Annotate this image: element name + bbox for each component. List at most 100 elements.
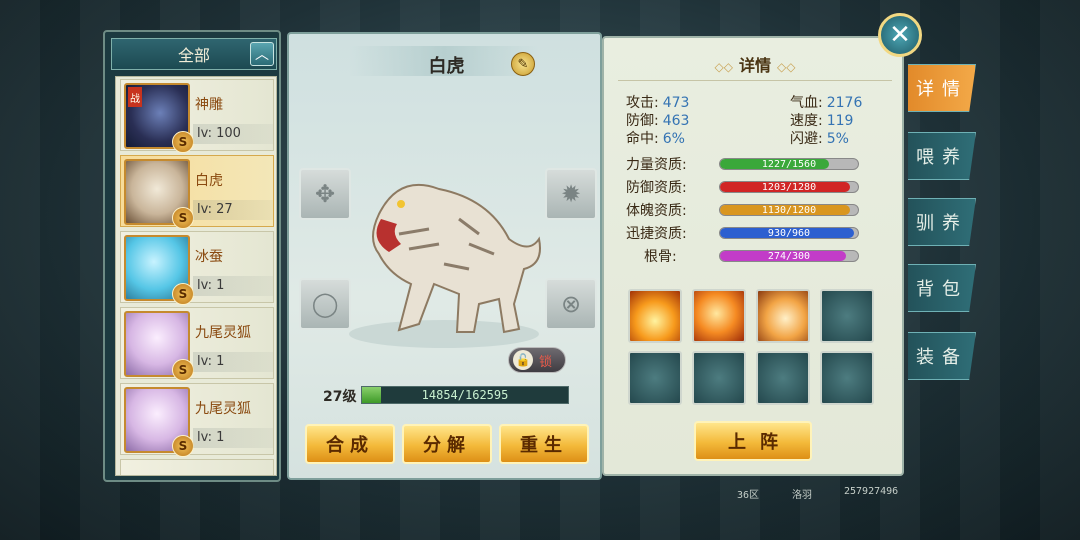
tab-train[interactable]: 驯养: [908, 198, 976, 246]
divider: [618, 80, 892, 81]
pet-title: 白虎: [428, 56, 465, 77]
rank-badge: S: [172, 435, 194, 457]
pet-list-item[interactable]: S 九尾灵狐 lv: 1: [120, 307, 274, 381]
aptitude-value: 1227/1560: [761, 159, 817, 170]
lock-toggle[interactable]: 🔓 锁: [508, 347, 566, 373]
pet-level: lv: 100: [193, 124, 273, 144]
stat-hp: 气血: 2176: [790, 95, 863, 111]
stat-speed: 速度: 119: [790, 113, 854, 129]
details-title: 详情: [738, 56, 771, 75]
rank-badge: S: [172, 283, 194, 305]
aptitude-label: 力量资质:: [626, 157, 687, 173]
player-name: 洛羽: [792, 490, 812, 501]
skill-slot-empty[interactable]: [628, 351, 682, 405]
pencil-icon: ✎: [517, 56, 529, 72]
pet-list-item[interactable]: S 冰蚕 lv: 1: [120, 231, 274, 305]
aptitude-bar: 1130/1200: [719, 204, 859, 216]
white-tiger-model: [349, 184, 541, 348]
aptitude-value: 930/960: [767, 228, 811, 239]
pet-portrait: S: [124, 311, 194, 381]
pet-list-item-selected[interactable]: S 白虎 lv: 27: [120, 155, 274, 229]
pet-list-item[interactable]: S 九尾灵狐 lv: 1: [120, 383, 274, 457]
lock-label: 锁: [539, 354, 553, 370]
skill-slot-empty[interactable]: [692, 351, 746, 405]
pet-name: 神雕: [195, 97, 223, 113]
pet-portrait: S: [124, 235, 194, 305]
tab-feed[interactable]: 喂养: [908, 132, 976, 180]
pet-list: 战 S 神雕 lv: 100 S 白虎 lv: 27 S 冰蚕 lv: 1 S …: [115, 76, 277, 476]
skill-slot-1[interactable]: [628, 289, 682, 343]
diamond-ornament-icon: ◇◇: [777, 60, 796, 74]
rank-badge: S: [172, 359, 194, 381]
rebirth-button[interactable]: 重生: [499, 424, 589, 464]
aptitude-label: 防御资质:: [626, 180, 687, 196]
skill-slot-2[interactable]: [692, 289, 746, 343]
equip-slot-armor[interactable]: ✹: [545, 168, 597, 220]
stat-dodge: 闪避: 5%: [790, 131, 849, 147]
pet-name: 九尾灵狐: [195, 325, 251, 341]
aptitude-label: 根骨:: [644, 249, 677, 265]
skill-slot-empty[interactable]: [820, 351, 874, 405]
details-panel: ◇◇ 详情 ◇◇ 攻击: 473 气血: 2176 防御: 463 速度: 119 命中: 6…: [602, 36, 904, 476]
pet-level: lv: 27: [193, 200, 273, 220]
pet-portrait: S: [124, 387, 194, 457]
pet-list-item[interactable]: 战 S 神雕 lv: 100: [120, 79, 274, 153]
pet-level-label: 27级: [323, 389, 357, 405]
diamond-ornament-icon: ◇◇: [714, 60, 733, 74]
aptitude-label: 体魄资质:: [626, 203, 687, 219]
details-header: ◇◇ 详情 ◇◇: [604, 52, 906, 76]
weapon-icon: ✥: [314, 180, 336, 208]
aptitude-value: 1130/1200: [761, 205, 817, 216]
chevron-up-icon[interactable]: ︿: [250, 42, 274, 66]
pet-list-item[interactable]: [120, 459, 274, 475]
skill-slot-empty[interactable]: [756, 351, 810, 405]
close-icon: ✕: [889, 20, 911, 50]
exp-progress-bar: 14854/162595: [361, 386, 569, 404]
pet-name: 九尾灵狐: [195, 401, 251, 417]
aptitude-value: 1203/1280: [761, 182, 817, 193]
equip-slot-collar[interactable]: ⊗: [545, 278, 597, 330]
necklace-icon: ◯: [311, 290, 339, 318]
merge-button[interactable]: 合成: [305, 424, 395, 464]
equip-slot-weapon[interactable]: ✥: [299, 168, 351, 220]
collar-icon: ⊗: [560, 290, 582, 318]
battle-tag: 战: [128, 87, 142, 107]
split-button[interactable]: 分解: [402, 424, 492, 464]
exp-text: 14854/162595: [421, 388, 509, 402]
pet-list-panel: 全部 ︿ 战 S 神雕 lv: 100 S 白虎 lv: 27 S 冰蚕 lv:…: [103, 30, 281, 482]
pet-display-panel: 白虎 ✎ ✥ ✹ ◯ ⊗ 🔓 锁 27级 14854/162595 合成 分解 …: [287, 32, 602, 480]
aptitude-bar: 930/960: [719, 227, 859, 239]
unlock-icon: 🔓: [513, 350, 533, 370]
stat-defense: 防御: 463: [626, 113, 690, 129]
spiked-orb-icon: ✹: [560, 180, 582, 208]
tab-bag[interactable]: 背包: [908, 264, 976, 312]
rank-badge: S: [172, 131, 194, 153]
equip-slot-necklace[interactable]: ◯: [299, 278, 351, 330]
pet-level: lv: 1: [193, 428, 273, 448]
tab-equipment[interactable]: 装备: [908, 332, 976, 380]
skill-slot-3[interactable]: [756, 289, 810, 343]
aptitude-bar: 1227/1560: [719, 158, 859, 170]
aptitude-label: 迅捷资质:: [626, 226, 687, 242]
aptitude-bar: 274/300: [719, 250, 859, 262]
list-filter-dropdown[interactable]: 全部 ︿: [111, 38, 277, 70]
edit-name-button[interactable]: ✎: [511, 52, 535, 76]
stat-hit: 命中: 6%: [626, 131, 685, 147]
deploy-button[interactable]: 上阵: [694, 421, 812, 461]
stat-attack: 攻击: 473: [626, 95, 690, 111]
pet-name: 白虎: [195, 173, 223, 189]
aptitude-bar: 1203/1280: [719, 181, 859, 193]
rank-badge: S: [172, 207, 194, 229]
player-id: 257927496: [844, 486, 899, 497]
pet-portrait: S: [124, 159, 194, 229]
skill-slot-empty[interactable]: [820, 289, 874, 343]
pet-level: lv: 1: [193, 352, 273, 372]
pet-portrait: 战 S: [124, 83, 194, 153]
aptitude-value: 274/300: [767, 251, 811, 262]
pet-name: 冰蚕: [195, 249, 223, 265]
pet-level: lv: 1: [193, 276, 273, 296]
server-label: 36区: [737, 490, 760, 501]
list-filter-label: 全部: [177, 46, 210, 65]
tab-details[interactable]: 详情: [908, 64, 976, 112]
close-button[interactable]: ✕: [878, 13, 922, 57]
